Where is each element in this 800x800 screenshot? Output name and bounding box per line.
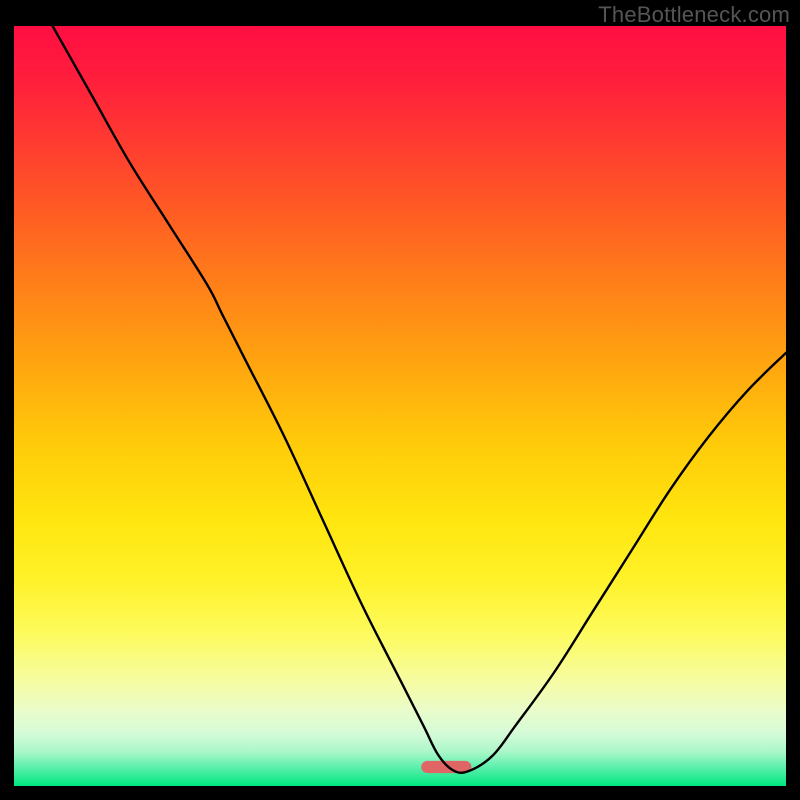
optimal-range-marker: [421, 761, 471, 773]
chart-frame: TheBottleneck.com: [0, 0, 800, 800]
gradient-background: [14, 26, 786, 786]
watermark-label: TheBottleneck.com: [598, 2, 790, 28]
plot-area: [14, 26, 786, 786]
bottleneck-chart: [14, 26, 786, 786]
